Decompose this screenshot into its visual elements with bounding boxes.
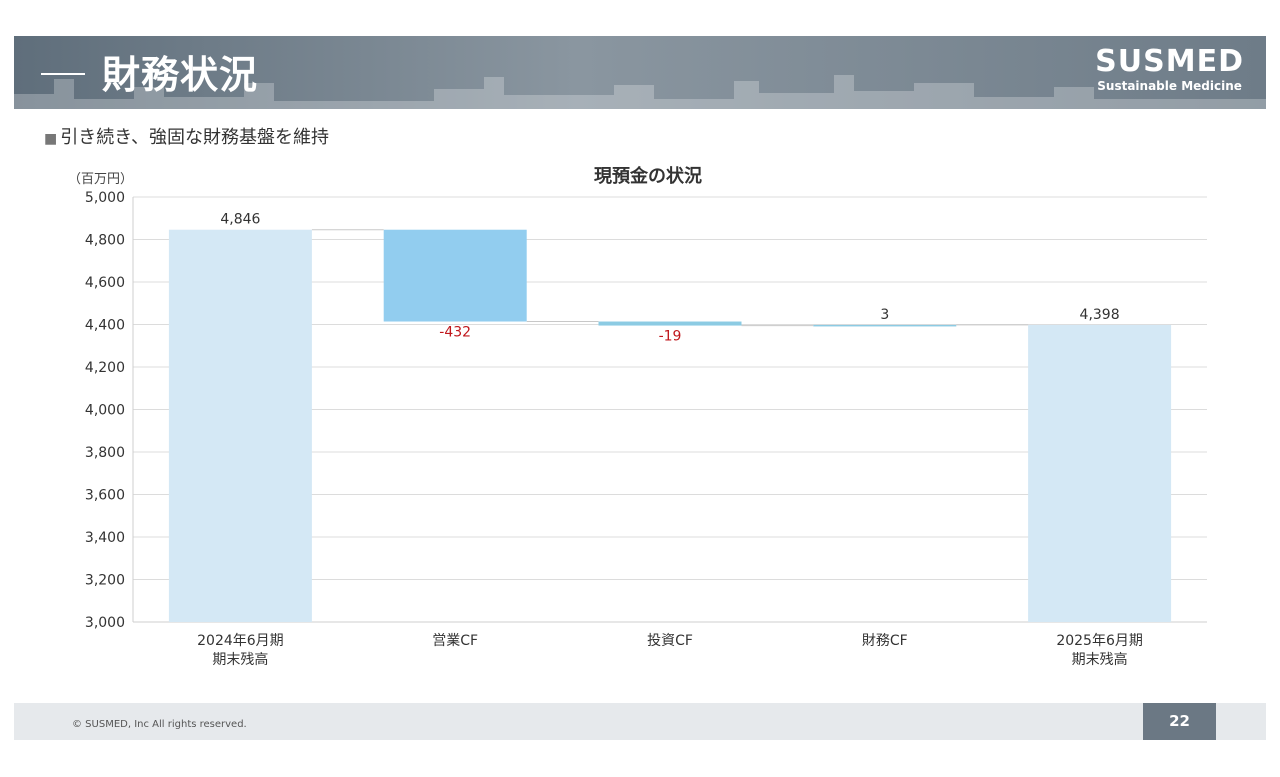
- y-tick-label: 4,800: [85, 233, 125, 249]
- x-tick-label: 期末残高: [212, 651, 268, 668]
- bar: [813, 324, 957, 327]
- bar: [168, 229, 312, 622]
- x-tick-label: 財務CF: [862, 633, 908, 649]
- x-tick-label: 投資CF: [647, 633, 693, 649]
- x-tick-label: 2025年6月期: [1056, 633, 1143, 649]
- y-tick-label: 3,000: [85, 615, 125, 631]
- bar: [1028, 324, 1172, 622]
- data-label: -432: [439, 325, 471, 341]
- y-unit-label: （百万円）: [68, 172, 133, 187]
- y-tick-label: 4,600: [85, 275, 125, 291]
- bar: [598, 321, 742, 326]
- copyright-text: © SUSMED, Inc All rights reserved.: [72, 719, 247, 730]
- footer: © SUSMED, Inc All rights reserved. 22: [14, 703, 1266, 740]
- waterfall-chart: 現預金の状況 （百万円） 3,000 3,200 3,400 3,600 3,800 4,00…: [68, 165, 1207, 668]
- y-tick-label: 3,800: [85, 445, 125, 461]
- x-tick-label: 営業CF: [432, 633, 478, 649]
- y-tick-label: 3,200: [85, 573, 125, 589]
- y-tick-label: 4,000: [85, 403, 125, 419]
- data-label: 4,398: [1080, 307, 1120, 323]
- y-tick-label: 4,200: [85, 360, 125, 376]
- y-tick-label: 4,400: [85, 318, 125, 334]
- page-number: 22: [1143, 703, 1216, 740]
- data-label: -19: [659, 329, 682, 345]
- y-tick-label: 3,600: [85, 488, 125, 504]
- bar: [383, 229, 527, 322]
- x-tick-label: 期末残高: [1072, 651, 1128, 668]
- data-label: 3: [880, 307, 889, 323]
- x-tick-label: 2024年6月期: [197, 633, 284, 649]
- y-tick-label: 5,000: [85, 190, 125, 206]
- y-tick-label: 3,400: [85, 530, 125, 546]
- chart-title: 現預金の状況: [594, 165, 702, 187]
- data-label: 4,846: [220, 212, 260, 228]
